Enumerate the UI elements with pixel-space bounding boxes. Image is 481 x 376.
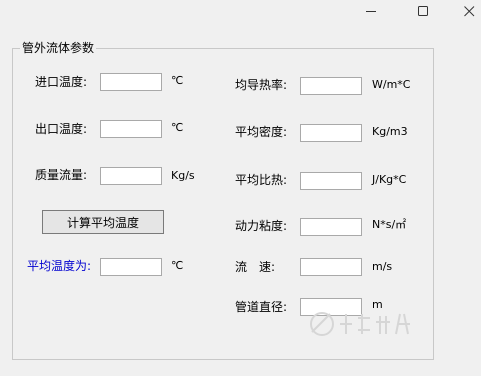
minimize-button[interactable]	[349, 0, 393, 22]
calc-avg-temp-button[interactable]: 计算平均温度	[42, 210, 164, 234]
thermal-conductivity-input[interactable]	[300, 77, 362, 95]
avg-specific-heat-label: 平均比热:	[235, 173, 288, 187]
mass-flow-label: 质量流量:	[35, 168, 88, 182]
maximize-button[interactable]	[401, 0, 445, 22]
avg-temp-output[interactable]	[100, 258, 162, 276]
outlet-temp-unit: ℃	[171, 121, 184, 134]
flow-velocity-input[interactable]	[300, 258, 362, 276]
avg-density-unit: Kg/m3	[372, 125, 408, 138]
maximize-icon	[417, 5, 428, 16]
flow-velocity-unit: m/s	[372, 260, 393, 273]
avg-specific-heat-unit: J/Kg*C	[372, 173, 407, 186]
watermark-logo-icon	[310, 312, 410, 336]
close-icon	[463, 5, 474, 16]
dynamic-viscosity-unit: N*s/㎡	[372, 218, 407, 231]
dynamic-viscosity-label: 动力粘度:	[235, 219, 288, 233]
inlet-temp-label: 进口温度:	[35, 75, 88, 89]
inlet-temp-input[interactable]	[100, 73, 162, 91]
outlet-temp-input[interactable]	[100, 120, 162, 138]
outlet-temp-label: 出口温度:	[35, 122, 88, 136]
minimize-icon	[365, 10, 376, 12]
avg-density-input[interactable]	[300, 124, 362, 142]
close-button[interactable]	[447, 0, 481, 22]
thermal-conductivity-label: 均导热率:	[235, 78, 288, 92]
mass-flow-input[interactable]	[100, 167, 162, 185]
dynamic-viscosity-input[interactable]	[300, 218, 362, 236]
avg-temp-unit: ℃	[171, 259, 184, 272]
avg-specific-heat-input[interactable]	[300, 172, 362, 190]
pipe-diameter-label: 管道直径:	[235, 300, 288, 314]
flow-velocity-label: 流 速:	[235, 260, 276, 274]
avg-temp-label: 平均温度为:	[27, 259, 92, 273]
group-title: 管外流体参数	[20, 41, 97, 55]
avg-density-label: 平均密度:	[235, 125, 288, 139]
thermal-conductivity-unit: W/m*C	[372, 78, 411, 91]
mass-flow-unit: Kg/s	[171, 169, 195, 182]
inlet-temp-unit: ℃	[171, 74, 184, 87]
title-bar	[0, 0, 481, 24]
